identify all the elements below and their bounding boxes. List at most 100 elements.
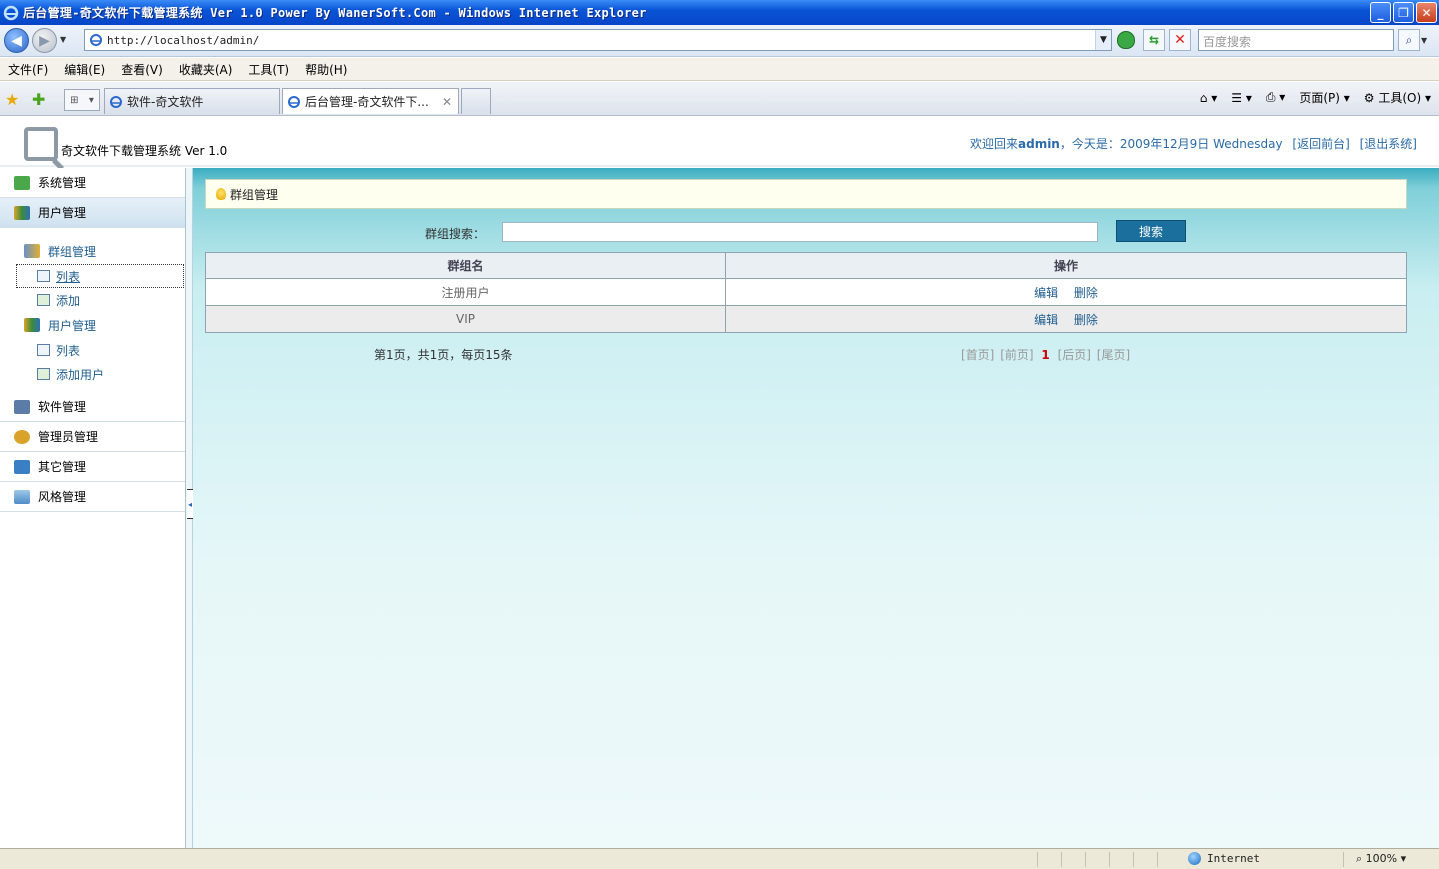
- home-icon[interactable]: ⌂ ▾: [1200, 91, 1217, 105]
- window-titlebar: 后台管理-奇文软件下载管理系统 Ver 1.0 Power By WanerSo…: [0, 0, 1439, 25]
- welcome-bar: 欢迎回来admin，今天是：2009年12月9日 Wednesday [返回前台…: [970, 135, 1417, 152]
- security-zone[interactable]: Internet: [1188, 852, 1260, 865]
- maximize-button[interactable]: ❐: [1393, 2, 1414, 23]
- add-icon: [37, 368, 50, 380]
- print-icon[interactable]: ⎙ ▾: [1266, 90, 1285, 105]
- main-content: 群组管理 群组搜索： 搜索 群组名 操作 注册用户 编辑 删除 VIP 编辑 删…: [193, 168, 1439, 848]
- sub-item-group-add[interactable]: 添加: [0, 288, 168, 312]
- users-icon: [24, 318, 40, 332]
- system-icon: [14, 175, 30, 190]
- sub-head-group-mgmt[interactable]: 群组管理: [0, 238, 185, 264]
- back-button[interactable]: ◀: [4, 28, 29, 53]
- app-header: 奇文软件下载管理系统 Ver 1.0 欢迎回来admin，今天是：2009年12…: [0, 117, 1439, 167]
- history-dropdown-icon[interactable]: ▼: [60, 35, 66, 44]
- next-page-link[interactable]: [后页]: [1058, 348, 1091, 362]
- group-table: 群组名 操作 注册用户 编辑 删除 VIP 编辑 删除: [205, 252, 1407, 333]
- sub-head-user-mgmt[interactable]: 用户管理: [0, 312, 185, 338]
- edit-link[interactable]: 编辑: [1034, 313, 1058, 327]
- group-icon: [24, 244, 40, 258]
- tab-bar: ★ ✚ ⊞ ▾ 软件-奇文软件 后台管理-奇文软件下... ✕ ⌂ ▾ ☰ ▾ ⎙…: [0, 82, 1439, 116]
- page-menu-button[interactable]: 页面(P) ▾: [1299, 89, 1349, 106]
- menu-bar: 文件(F) 编辑(E) 查看(V) 收藏夹(A) 工具(T) 帮助(H): [0, 58, 1439, 81]
- close-window-button[interactable]: ✕: [1416, 2, 1437, 23]
- favorites-star-icon[interactable]: ★: [5, 90, 19, 109]
- status-divider: [1085, 852, 1086, 867]
- search-input[interactable]: 百度搜索: [1198, 29, 1394, 51]
- software-icon: [14, 399, 30, 414]
- back-to-site-link[interactable]: [返回前台]: [1292, 137, 1349, 151]
- search-button[interactable]: 搜索: [1116, 220, 1186, 242]
- group-search-input[interactable]: [502, 222, 1098, 242]
- stop-button[interactable]: ✕: [1169, 29, 1191, 51]
- group-search-row: 群组搜索： 搜索: [193, 220, 1439, 244]
- column-header-actions: 操作: [725, 252, 1407, 279]
- sidebar-item-style[interactable]: 风格管理: [0, 482, 185, 512]
- status-divider: [1157, 852, 1158, 867]
- list-icon: [37, 344, 50, 356]
- add-favorite-icon[interactable]: ✚: [32, 90, 45, 109]
- table-row: VIP 编辑 删除: [205, 305, 1407, 333]
- table-row: 注册用户 编辑 删除: [205, 278, 1407, 306]
- tab-admin[interactable]: 后台管理-奇文软件下... ✕: [282, 88, 459, 114]
- url-dropdown-icon[interactable]: ▼: [1095, 30, 1111, 50]
- breadcrumb: 群组管理: [205, 179, 1407, 209]
- status-divider: [1109, 852, 1110, 867]
- minimize-button[interactable]: _: [1370, 2, 1391, 23]
- last-page-link[interactable]: [尾页]: [1097, 348, 1130, 362]
- admin-icon: [14, 429, 30, 444]
- menu-favorites[interactable]: 收藏夹(A): [179, 61, 233, 78]
- sidebar-item-admin[interactable]: 管理员管理: [0, 422, 185, 452]
- pager-info: 第1页，共1页，每页15条: [374, 348, 513, 362]
- quick-tabs-button[interactable]: ⊞ ▾: [64, 89, 100, 111]
- sub-item-group-list[interactable]: 列表: [16, 264, 184, 288]
- actions-cell: 编辑 删除: [725, 305, 1407, 333]
- globe-icon: [1188, 852, 1201, 865]
- username: admin: [1018, 137, 1060, 151]
- status-bar: Internet ⌕ 100% ▾: [0, 848, 1439, 869]
- new-tab-button[interactable]: [461, 88, 491, 114]
- status-divider: [1343, 852, 1344, 867]
- prev-page-link[interactable]: [前页]: [1000, 348, 1033, 362]
- delete-link[interactable]: 删除: [1074, 286, 1098, 300]
- close-tab-icon[interactable]: ✕: [442, 95, 452, 109]
- add-icon: [37, 294, 50, 306]
- feeds-icon[interactable]: ☰ ▾: [1231, 91, 1252, 105]
- sub-item-user-add[interactable]: 添加用户: [0, 362, 168, 386]
- tools-menu-button[interactable]: ⚙ 工具(O) ▾: [1364, 89, 1431, 106]
- delete-link[interactable]: 删除: [1074, 313, 1098, 327]
- group-name-cell: VIP: [205, 305, 726, 333]
- security-shield-icon[interactable]: [1117, 31, 1135, 49]
- sidebar-item-software[interactable]: 软件管理: [0, 392, 185, 422]
- menu-view[interactable]: 查看(V): [121, 61, 163, 78]
- search-go-icon[interactable]: ⌕: [1398, 29, 1420, 51]
- menu-file[interactable]: 文件(F): [8, 61, 48, 78]
- tab-label: 后台管理-奇文软件下...: [305, 95, 429, 109]
- menu-help[interactable]: 帮助(H): [305, 61, 347, 78]
- ie-page-icon: [110, 95, 122, 108]
- date-text: ，今天是：2009年12月9日 Wednesday: [1059, 137, 1283, 151]
- menu-tools[interactable]: 工具(T): [248, 61, 289, 78]
- address-bar[interactable]: http://localhost/admin/ ▼: [84, 29, 1112, 51]
- status-divider: [1061, 852, 1062, 867]
- logout-link[interactable]: [退出系统]: [1360, 137, 1417, 151]
- search-provider-dropdown-icon[interactable]: ▼: [1421, 36, 1427, 45]
- web-page: 奇文软件下载管理系统 Ver 1.0 欢迎回来admin，今天是：2009年12…: [0, 117, 1439, 848]
- users-submenu: 群组管理 列表 添加 用户管理 列表 添加用户: [0, 228, 185, 392]
- sidebar-item-users[interactable]: 用户管理: [0, 198, 185, 228]
- url-text[interactable]: http://localhost/admin/: [107, 34, 1095, 47]
- users-icon: [14, 205, 30, 220]
- first-page-link[interactable]: [首页]: [961, 348, 994, 362]
- sidebar-item-system[interactable]: 系统管理: [0, 168, 185, 198]
- edit-link[interactable]: 编辑: [1034, 286, 1058, 300]
- menu-edit[interactable]: 编辑(E): [64, 61, 105, 78]
- ie-page-icon: [288, 95, 300, 108]
- tab-label: 软件-奇文软件: [127, 95, 204, 109]
- zoom-level[interactable]: ⌕ 100% ▾: [1356, 852, 1406, 866]
- style-icon: [14, 489, 30, 504]
- other-icon: [14, 459, 30, 474]
- refresh-button[interactable]: ⇆: [1143, 29, 1165, 51]
- sidebar-item-other[interactable]: 其它管理: [0, 452, 185, 482]
- tab-software[interactable]: 软件-奇文软件: [104, 88, 280, 114]
- forward-button[interactable]: ▶: [32, 28, 57, 53]
- sub-item-user-list[interactable]: 列表: [0, 338, 168, 362]
